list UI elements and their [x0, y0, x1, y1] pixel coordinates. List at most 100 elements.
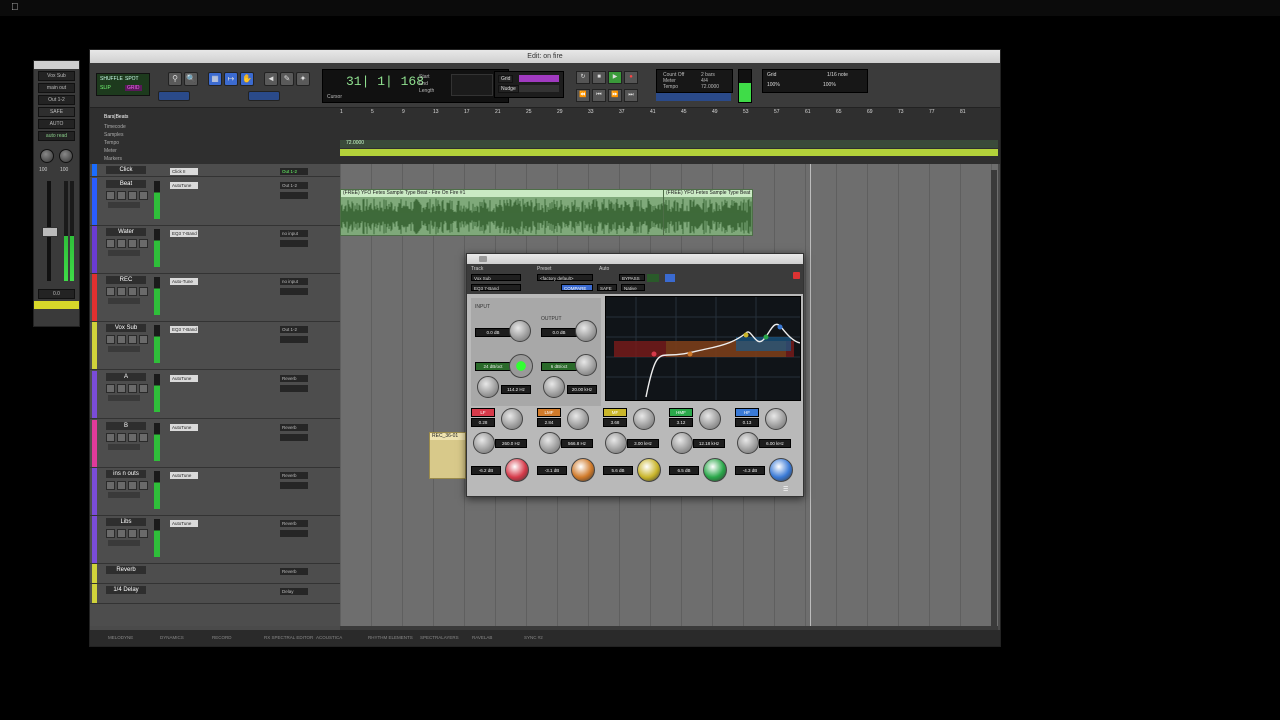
insert-slot[interactable]: AutoTune: [170, 520, 198, 527]
track-buttons[interactable]: [106, 433, 150, 442]
edit-mode-selector[interactable]: SHUFFLE SPOT SLIP GRID: [96, 73, 150, 96]
lpf-freq[interactable]: 20.00 kHz: [567, 385, 597, 394]
grid-nudge-panel[interactable]: Grid Nudge: [494, 71, 564, 98]
track-name[interactable]: Vox Sub: [106, 324, 146, 332]
bottom-tab[interactable]: SPECTRALAYERS: [420, 634, 459, 642]
track-io[interactable]: Out 1-2: [280, 182, 308, 189]
nudge-value-field[interactable]: [519, 85, 559, 92]
volume-fader-cap[interactable]: [42, 227, 58, 237]
vertical-scrollbar[interactable]: [991, 170, 997, 626]
track-io[interactable]: Out 1-2: [280, 326, 308, 333]
band-freq[interactable]: 3.00 kHz: [627, 439, 659, 448]
mixer-io-2[interactable]: main out: [38, 83, 75, 93]
gain-knob[interactable]: [703, 458, 727, 482]
tempo-meter-display[interactable]: Count Off Meter Tempo 2 bars 4/4 72.0000: [656, 69, 733, 93]
track-row[interactable]: Vox Sub EQ3 7-Band Out 1-2: [90, 322, 340, 370]
band-q[interactable]: 3.12: [669, 418, 693, 427]
insert-slot[interactable]: EQ3 7-Band: [170, 326, 198, 333]
insert-slot[interactable]: EQ3 7-Band: [170, 230, 198, 237]
go-to-end-button[interactable]: ⏭: [624, 89, 638, 102]
insert-slot[interactable]: AutoTune: [170, 375, 198, 382]
band-label[interactable]: LF: [471, 408, 495, 417]
scrub-tool-icon[interactable]: ◄: [264, 72, 278, 86]
freq-knob[interactable]: [605, 432, 627, 454]
track-name[interactable]: B: [106, 422, 146, 430]
power-icon[interactable]: [647, 274, 659, 282]
input-gain-knob[interactable]: [509, 320, 531, 342]
track-volume[interactable]: [280, 288, 308, 295]
mixer-safe-button[interactable]: SAFE: [38, 107, 75, 117]
tempo-lane[interactable]: 72.0000: [340, 140, 998, 148]
band-q[interactable]: 0.13: [735, 418, 759, 427]
lpf-freq-knob[interactable]: [543, 376, 565, 398]
rewind-button[interactable]: ⏪: [576, 89, 590, 102]
volume-value[interactable]: 0.0: [38, 289, 75, 299]
pan-right-knob[interactable]: [59, 149, 73, 163]
track-volume[interactable]: [280, 336, 308, 343]
vocal-clip[interactable]: REC_36-01: [429, 432, 466, 479]
band-q[interactable]: 2.84: [537, 418, 561, 427]
insert-slot[interactable]: AutoTune: [170, 472, 198, 479]
stop-button[interactable]: ■: [592, 71, 606, 84]
lpf-knob[interactable]: [575, 354, 597, 376]
automation-mode-value[interactable]: auto read: [38, 131, 75, 141]
q-knob[interactable]: [567, 408, 589, 430]
bypass-button[interactable]: BYPASS: [619, 274, 645, 281]
grid-strength-display[interactable]: Grid 1/16 note 100% 100%: [762, 69, 868, 93]
track-volume[interactable]: [280, 482, 308, 489]
track-buttons[interactable]: [106, 239, 150, 248]
pan-left-knob[interactable]: [40, 149, 54, 163]
hpf-knob[interactable]: [509, 354, 533, 378]
track-io[interactable]: Reverb: [280, 424, 308, 431]
ruler-markers[interactable]: Markers: [104, 156, 122, 162]
track-buttons[interactable]: [106, 529, 150, 538]
track-buttons[interactable]: [106, 384, 150, 393]
track-name[interactable]: Beat: [106, 180, 146, 188]
insert-slot[interactable]: AutoTune: [170, 424, 198, 431]
track-io[interactable]: Reverb: [280, 520, 308, 527]
bottom-tab[interactable]: ACOUSTICA: [316, 634, 342, 642]
freq-knob[interactable]: [737, 432, 759, 454]
output-value[interactable]: 0.0 dB: [541, 328, 577, 337]
apple-icon[interactable]: : [11, 2, 19, 13]
track-io[interactable]: Reverb: [280, 375, 308, 382]
band-gain[interactable]: -4.3 dB: [735, 466, 765, 475]
online-button[interactable]: ↻: [576, 71, 590, 84]
track-volume[interactable]: [280, 434, 308, 441]
track-volume[interactable]: [280, 530, 308, 537]
main-counter[interactable]: 31| 1| 168 Cursor Start End Length: [322, 69, 509, 103]
track-buttons[interactable]: [106, 481, 150, 490]
band-gain[interactable]: 6.5 dB: [669, 466, 699, 475]
track-row[interactable]: Reverb Reverb: [90, 564, 340, 584]
record-button[interactable]: ●: [624, 71, 638, 84]
band-freq[interactable]: 260.0 Hz: [495, 439, 527, 448]
track-name[interactable]: 1/4 Delay: [106, 586, 146, 594]
plugin-selector[interactable]: EQ3 7-Band: [471, 284, 521, 291]
gain-knob[interactable]: [637, 458, 661, 482]
band-label[interactable]: MF: [603, 408, 627, 417]
freq-knob[interactable]: [539, 432, 561, 454]
q-knob[interactable]: [501, 408, 523, 430]
eq-graph[interactable]: [605, 296, 801, 401]
gain-knob[interactable]: [505, 458, 529, 482]
gain-knob[interactable]: [571, 458, 595, 482]
track-name[interactable]: REC: [106, 276, 146, 284]
midi-controls[interactable]: [656, 93, 731, 101]
insert-slot[interactable]: AutoTune: [170, 182, 198, 189]
band-gain[interactable]: 5.6 dB: [603, 466, 633, 475]
input-value[interactable]: 0.0 dB: [475, 328, 511, 337]
selection-values[interactable]: [451, 74, 493, 96]
bottom-tab[interactable]: MELODYNE: [108, 634, 133, 642]
horizontal-scrollbar[interactable]: [340, 626, 998, 630]
playlist-selector[interactable]: [108, 395, 140, 401]
marker-lane[interactable]: [340, 149, 998, 156]
track-row[interactable]: Water EQ3 7-Band no input: [90, 226, 340, 274]
fast-forward-button[interactable]: ⏩: [608, 89, 622, 102]
bottom-tab[interactable]: RAVELAB: [472, 634, 492, 642]
close-icon[interactable]: [793, 272, 800, 279]
band-gain[interactable]: -6.2 dB: [471, 466, 501, 475]
band-label[interactable]: LMF: [537, 408, 561, 417]
track-name[interactable]: Libs: [106, 518, 146, 526]
track-io[interactable]: no input: [280, 278, 308, 285]
gain-knob[interactable]: [769, 458, 793, 482]
